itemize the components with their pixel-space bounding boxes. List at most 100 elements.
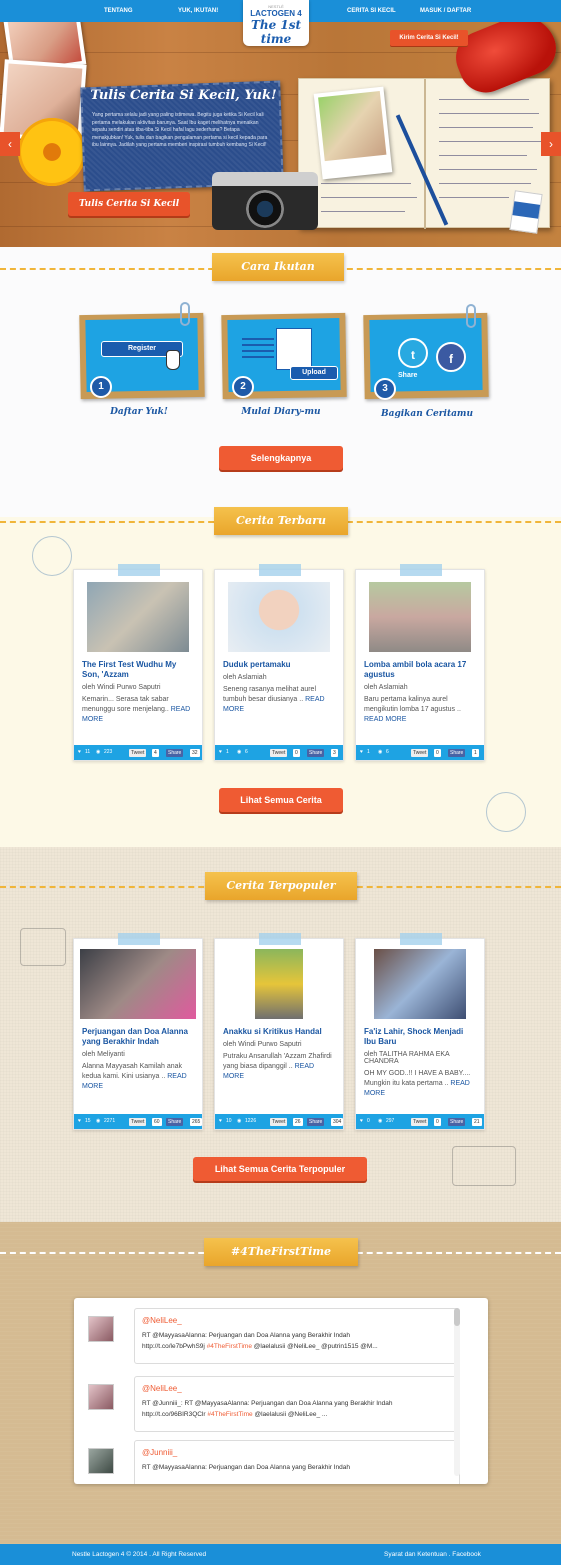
facebook-share-button[interactable]: Share [448,1118,466,1126]
story-card-footer: ♥ 15 ◉ 2271 Tweet 60 Share 265 [74,1114,203,1129]
tweet-text: RT @Junniii_: RT @MayyasaAlanna: Perjuan… [142,1400,393,1418]
camera-doodle [20,928,66,966]
eye-icon: ◉ [96,749,101,755]
heart-icon[interactable]: ♥ [219,1114,222,1129]
hero-title: Tulis Cerita Si Kecil, Yuk! [90,88,277,103]
story-card-footer: ♥ 1 ◉ 6 Tweet 0 Share 1 [356,745,484,760]
story-image [87,582,189,652]
views-count: 223 [104,749,113,755]
kids-doodle [486,792,526,832]
hero-description: Yang pertama selalu jadi yang paling ist… [92,112,268,149]
story-card[interactable]: Lomba ambil bola acara 17 agustus oleh A… [355,564,485,761]
story-author: oleh TALITHA RAHMA EKA CHANDRA [364,1051,450,1065]
kirim-cerita-button[interactable]: Kirim Cerita Si Kecil! [390,30,468,46]
footer-copyright: Nestle Lactogen 4 © 2014 . All Right Res… [72,1551,207,1558]
story-card[interactable]: Duduk pertamaku oleh Aslamiah Seneng ras… [214,564,344,761]
upload-illustration: Upload [290,366,338,380]
step-2-label: Mulai Diary-mu [241,407,321,417]
avatar[interactable] [88,1448,114,1474]
tulis-cerita-button[interactable]: Tulis Cerita Si Kecil [68,192,190,216]
tweet-username[interactable]: @NeliLee_ [142,1316,182,1325]
selengkapnya-button[interactable]: Selengkapnya [219,446,343,470]
facebook-share-button[interactable]: Share [166,1118,184,1126]
likes-count: 1 [226,749,229,755]
footer-links[interactable]: Syarat dan Ketentuan . Facebook [384,1544,481,1565]
story-card[interactable]: Perjuangan dan Doa Alanna yang Berakhir … [73,933,203,1130]
story-card[interactable]: Fa'iz Lahir, Shock Menjadi Ibu Baru oleh… [355,933,485,1130]
story-card[interactable]: The First Test Wudhu My Son, 'Azzam oleh… [73,564,203,761]
tweet-text: RT @MayyasaAlanna: Perjuangan dan Doa Al… [142,1464,350,1471]
lihat-semua-terpopuler-button[interactable]: Lihat Semua Cerita Terpopuler [193,1157,367,1181]
story-title[interactable]: The First Test Wudhu My Son, 'Azzam [82,660,194,680]
eye-icon: ◉ [96,1118,101,1124]
tweet-scrollbar[interactable] [454,1308,460,1476]
avatar[interactable] [88,1384,114,1410]
cara-ikutan-banner: Cara Ikutan [212,253,344,281]
eye-icon: ◉ [378,1118,383,1124]
avatar[interactable] [88,1316,114,1342]
heart-icon[interactable]: ♥ [78,745,81,760]
nav-cerita-si-kecil[interactable]: CERITA SI KECIL [347,0,396,22]
story-card-footer: ♥ 0 ◉ 297 Tweet 0 Share 21 [356,1114,484,1129]
story-card[interactable]: Anakku si Kritikus Handal oleh Windi Pur… [214,933,344,1130]
nav-yuk-ikutan[interactable]: YUK, IKUTAN! [178,0,218,22]
heart-icon[interactable]: ♥ [360,1114,363,1129]
tweet-button[interactable]: Tweet [270,1118,288,1126]
read-more-link[interactable]: READ MORE [364,716,406,723]
story-title[interactable]: Perjuangan dan Doa Alanna yang Berakhir … [82,1027,194,1047]
story-excerpt: Baru pertama kalinya aurel mengikutin lo… [364,696,461,723]
step-1-label: Daftar Yuk! [110,407,168,417]
tweet-button[interactable]: Tweet [411,1118,429,1126]
story-card-footer: ♥ 1 ◉ 6 Tweet 0 Share 3 [215,745,343,760]
share-illustration: Share [398,372,418,379]
tweet-count: 4 [152,749,159,757]
carousel-next-arrow[interactable]: › [541,132,561,156]
story-title[interactable]: Anakku si Kritikus Handal [223,1027,335,1037]
step-2-number: 2 [232,376,254,398]
eraser-decoration [509,190,543,234]
tweet-button[interactable]: Tweet [129,1118,147,1126]
facebook-share-button[interactable]: Share [448,749,466,757]
camera-doodle [452,1146,516,1186]
story-card-footer: ♥ 10 ◉ 1226 Tweet 26 Share 304 [215,1114,344,1129]
tweet-count: 26 [293,1118,303,1126]
cerita-terbaru-banner: Cerita Terbaru [214,507,348,535]
nav-tentang[interactable]: TENTANG [104,0,133,22]
eye-icon: ◉ [237,749,242,755]
logo[interactable]: NESTLÉ LACTOGEN 4 The 1st time [243,0,309,46]
story-title[interactable]: Fa'iz Lahir, Shock Menjadi Ibu Baru [364,1027,476,1047]
story-image [255,949,303,1019]
story-excerpt: Alanna Mayyasah Kamilah anak kedua kami.… [82,1063,187,1090]
facebook-share-button[interactable]: Share [307,749,325,757]
facebook-share-button[interactable]: Share [307,1118,325,1126]
heart-icon[interactable]: ♥ [78,1114,81,1129]
heart-icon[interactable]: ♥ [219,745,222,760]
hashtag-link[interactable]: #4TheFirstTime [207,1343,252,1350]
tweet-username[interactable]: @NeliLee_ [142,1384,182,1393]
story-author: oleh Aslamiah [364,684,408,691]
story-title[interactable]: Lomba ambil bola acara 17 agustus [364,660,476,680]
likes-count: 11 [85,749,91,755]
eye-icon: ◉ [237,1118,242,1124]
story-title[interactable]: Duduk pertamaku [223,660,335,670]
heart-icon[interactable]: ♥ [360,745,363,760]
story-image [369,582,471,652]
tweet-count: 0 [293,749,300,757]
facebook-share-button[interactable]: Share [166,749,184,757]
tweet-button[interactable]: Tweet [270,749,288,757]
story-image [374,949,466,1019]
carousel-prev-arrow[interactable]: ‹ [0,132,20,156]
paperclip-icon [180,302,190,326]
story-author: oleh Meliyanti [82,1051,125,1058]
hashtag-link[interactable]: #4TheFirstTime [207,1411,252,1418]
hashtag-banner: #4TheFirstTime [204,1238,358,1266]
tweet-text: RT @MayyasaAlanna: Perjuangan dan Doa Al… [142,1332,378,1350]
document-icon [276,328,312,370]
tweet-button[interactable]: Tweet [129,749,147,757]
flower-decoration [18,118,86,186]
lihat-semua-cerita-button[interactable]: Lihat Semua Cerita [219,788,343,812]
nav-masuk-daftar[interactable]: MASUK / DAFTAR [420,0,471,22]
tweet-button[interactable]: Tweet [411,749,429,757]
tweet-username[interactable]: @Junniii_ [142,1448,177,1457]
tweet-feed[interactable]: @NeliLee_ RT @MayyasaAlanna: Perjuangan … [74,1298,488,1484]
